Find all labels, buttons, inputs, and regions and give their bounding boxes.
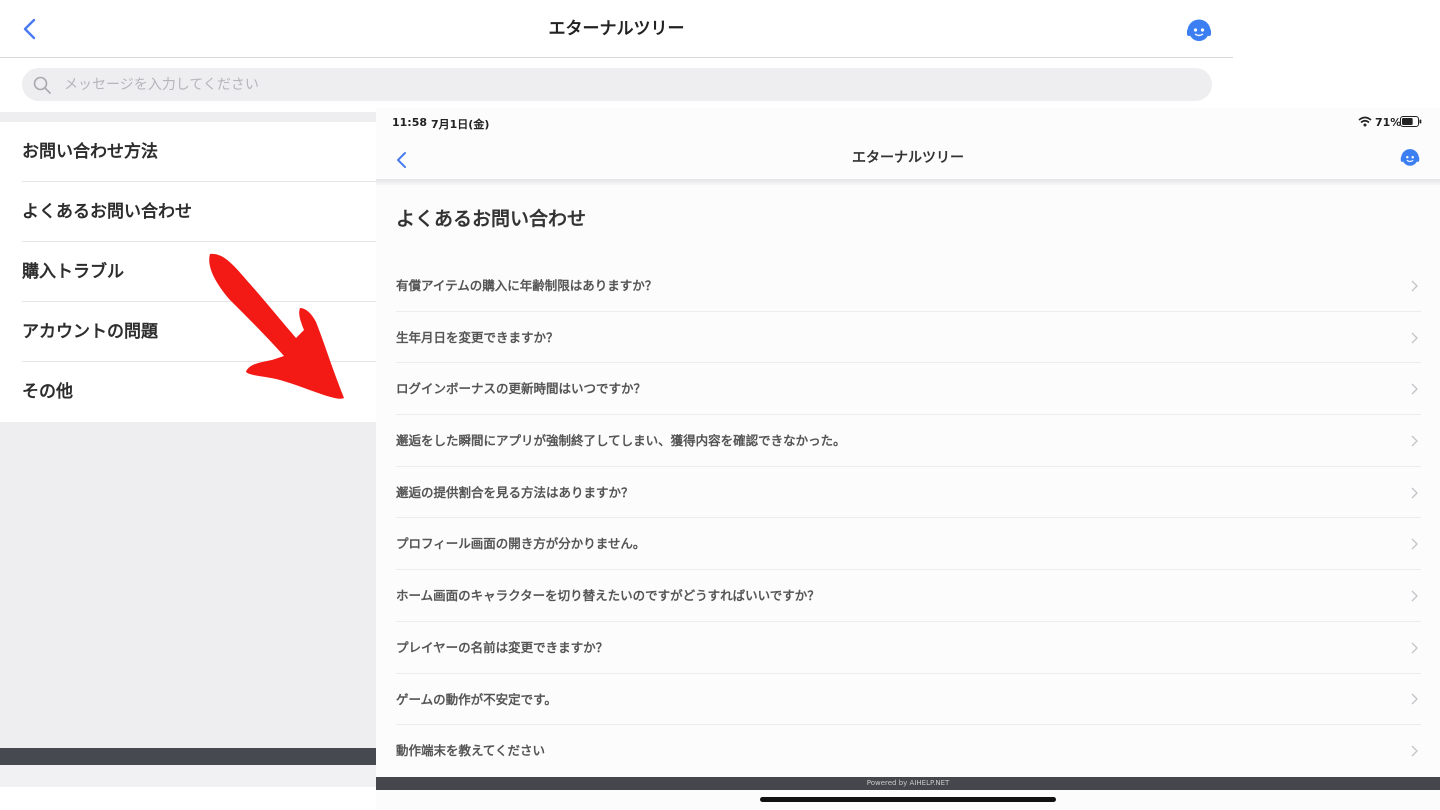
faq-item[interactable]: ログインボーナスの更新時間はいつですか？ bbox=[396, 363, 1421, 416]
status-bar: 11:58 7月1日(金) 71% bbox=[376, 108, 1440, 138]
wifi-icon bbox=[1358, 116, 1372, 127]
category-label: 購入トラブル bbox=[22, 262, 124, 282]
faq-question-label: プロフィール画面の開き方が分かりません。 bbox=[396, 536, 646, 552]
faq-question-label: プレイヤーの名前は変更できますか？ bbox=[396, 639, 609, 655]
support-agent-button[interactable] bbox=[1186, 18, 1212, 44]
powered-by-footer: Powered by AIHELP.NET bbox=[376, 777, 1440, 790]
category-label: その他 bbox=[22, 382, 73, 402]
category-item-faq[interactable]: よくあるお問い合わせ bbox=[0, 182, 376, 242]
status-time: 11:58 bbox=[392, 116, 428, 129]
support-agent-icon bbox=[1187, 19, 1211, 41]
category-label: お問い合わせ方法 bbox=[22, 142, 158, 162]
faq-item[interactable]: 邂逅をした瞬間にアプリが強制終了してしまい、獲得内容を確認できなかった。 bbox=[396, 415, 1421, 467]
chevron-right-icon bbox=[1411, 725, 1421, 777]
faq-question-label: ホーム画面のキャラクターを切り替えたいのですがどうすればいいですか？ bbox=[396, 588, 820, 604]
home-indicator[interactable] bbox=[760, 797, 1056, 802]
faq-item[interactable]: 有償アイテムの購入に年齢制限はありますか？ bbox=[396, 260, 1421, 312]
page-title: エターナルツリー bbox=[852, 150, 964, 166]
faq-item[interactable]: 邂逅の提供割合を見る方法はありますか？ bbox=[396, 467, 1421, 519]
faq-item[interactable]: 生年月日を変更できますか？ bbox=[396, 312, 1421, 364]
nav-bar: エターナルツリー bbox=[0, 0, 1233, 58]
search-bar[interactable] bbox=[22, 68, 1212, 101]
support-agent-icon bbox=[1400, 149, 1420, 166]
faq-question-label: ゲームの動作が不安定です。 bbox=[396, 691, 557, 707]
chevron-right-icon bbox=[1411, 622, 1421, 674]
chevron-right-icon bbox=[1411, 674, 1421, 726]
search-icon bbox=[33, 76, 51, 94]
faq-screen: 11:58 7月1日(金) 71% エターナルツリー よくあるお問い合わせ 有償… bbox=[376, 108, 1440, 810]
footer-bar bbox=[0, 748, 376, 765]
faq-question-label: ログインボーナスの更新時間はいつですか？ bbox=[396, 381, 647, 397]
nav-bar: エターナルツリー bbox=[376, 138, 1440, 182]
category-item-contact-method[interactable]: お問い合わせ方法 bbox=[0, 122, 376, 182]
faq-list: 有償アイテムの購入に年齢制限はありますか？ 生年月日を変更できますか？ ログインボー… bbox=[396, 260, 1421, 777]
status-date: 7月1日(金) bbox=[431, 118, 490, 131]
page-title: エターナルツリー bbox=[548, 19, 685, 39]
chevron-right-icon bbox=[1411, 570, 1421, 622]
chevron-right-icon bbox=[1411, 260, 1421, 312]
faq-item[interactable]: ゲームの動作が不安定です。 bbox=[396, 674, 1421, 726]
chevron-right-icon bbox=[1411, 312, 1421, 364]
faq-question-label: 動作端末を教えてください bbox=[396, 743, 546, 759]
faq-question-label: 有償アイテムの購入に年齢制限はありますか？ bbox=[396, 278, 658, 293]
chevron-right-icon bbox=[1411, 467, 1421, 519]
battery-icon bbox=[1400, 116, 1422, 127]
faq-item[interactable]: ホーム画面のキャラクターを切り替えたいのですがどうすればいいですか？ bbox=[396, 570, 1421, 622]
category-label: よくあるお問い合わせ bbox=[22, 202, 192, 222]
battery-percent: 71% bbox=[1375, 116, 1402, 129]
chevron-right-icon bbox=[1411, 363, 1421, 415]
chevron-right-icon bbox=[1411, 518, 1421, 570]
faq-item[interactable]: プレイヤーの名前は変更できますか？ bbox=[396, 622, 1421, 674]
footer-strip bbox=[0, 765, 376, 787]
faq-question-label: 生年月日を変更できますか？ bbox=[396, 329, 559, 345]
faq-question-label: 邂逅をした瞬間にアプリが強制終了してしまい、獲得内容を確認できなかった。 bbox=[396, 433, 846, 449]
support-agent-button[interactable] bbox=[1400, 148, 1420, 168]
red-arrow-icon bbox=[209, 253, 344, 399]
section-heading: よくあるお問い合わせ bbox=[396, 208, 587, 230]
chevron-right-icon bbox=[1411, 415, 1421, 467]
nav-divider bbox=[376, 179, 1440, 185]
faq-question-label: 邂逅の提供割合を見る方法はありますか？ bbox=[396, 484, 634, 500]
faq-item[interactable]: プロフィール画面の開き方が分かりません。 bbox=[396, 518, 1421, 571]
category-label: アカウントの問題 bbox=[22, 322, 158, 342]
search-input[interactable] bbox=[64, 68, 1164, 101]
faq-item[interactable]: 動作端末を教えてください bbox=[396, 725, 1421, 777]
